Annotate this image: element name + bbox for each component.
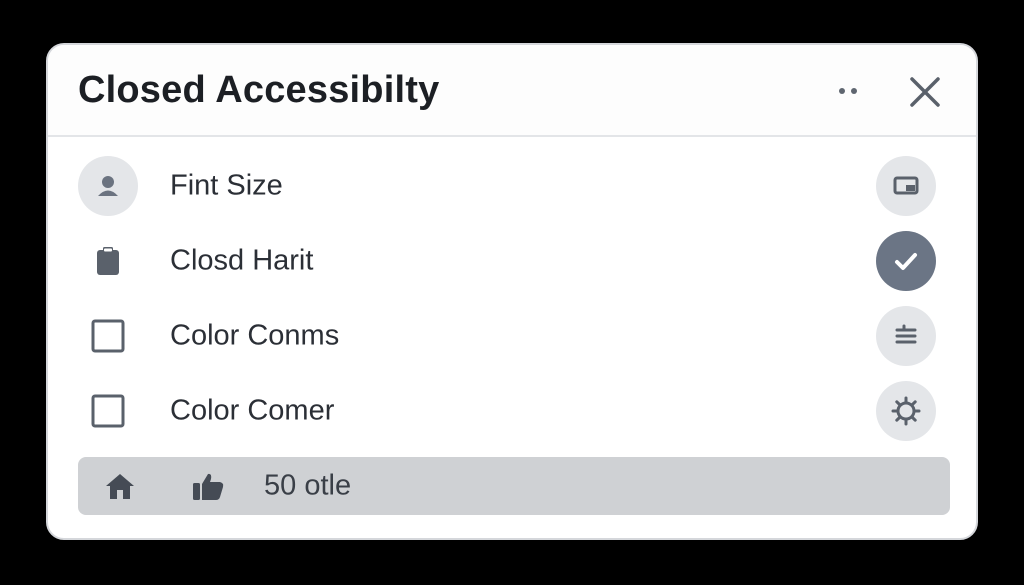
- setting-label: Color Conms: [170, 319, 340, 351]
- setting-label: Fint Size: [170, 169, 283, 201]
- dialog-title: Closed Accessibilty: [78, 69, 440, 111]
- accessibility-dialog: Closed Accessibilty Fint Size Closd Hari…: [46, 43, 978, 540]
- person-icon: [78, 155, 138, 216]
- caption-icon: [893, 176, 919, 194]
- font-size-action-button[interactable]: [876, 155, 936, 216]
- setting-label: Closd Harit: [170, 244, 314, 276]
- checkbox-icon[interactable]: [78, 381, 138, 441]
- checkmark-icon: [895, 252, 917, 270]
- home-icon: [106, 474, 134, 499]
- like-button[interactable]: [188, 469, 228, 503]
- close-icon: [910, 77, 940, 107]
- close-button[interactable]: [904, 71, 946, 113]
- closed-caption-toggle-button[interactable]: [876, 230, 936, 291]
- thumbs-up-icon: [193, 473, 224, 500]
- setting-row-color-contrast[interactable]: Color Conms: [48, 298, 976, 373]
- menu-lines-icon: [895, 324, 917, 343]
- home-button[interactable]: [102, 471, 138, 501]
- clipboard-icon: [78, 231, 138, 291]
- more-dots-icon: [839, 88, 857, 94]
- color-contrast-action-button[interactable]: [876, 305, 936, 366]
- dialog-header: Closed Accessibilty: [48, 45, 976, 137]
- footer-bar: 50 otle: [78, 457, 950, 515]
- color-corner-settings-button[interactable]: [876, 380, 936, 441]
- footer-count-text: 50 otle: [264, 469, 352, 502]
- setting-row-color-corner[interactable]: Color Comer: [48, 373, 976, 448]
- setting-label: Color Comer: [170, 394, 335, 426]
- setting-row-closed-caption[interactable]: Closd Harit: [48, 223, 976, 298]
- gear-icon: [891, 396, 921, 425]
- more-options-button[interactable]: [828, 75, 868, 107]
- checkbox-icon[interactable]: [78, 306, 138, 366]
- setting-row-font-size[interactable]: Fint Size: [48, 148, 976, 223]
